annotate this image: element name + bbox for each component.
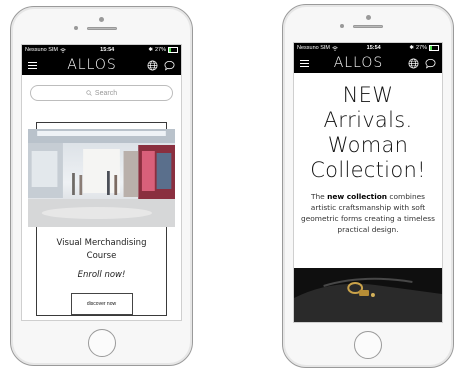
battery-icon [429,45,439,51]
status-bar: Nessuno SIM 15:54 ✱ 27% [22,45,181,55]
collection-description: The new collection combines artistic cra… [294,183,442,235]
chat-icon[interactable] [425,58,436,69]
phone-right: Nessuno SIM 15:54 ✱ 27% ALLOS NEW Arriva… [282,4,454,368]
battery-percent: 27% [154,47,166,53]
hero-line1: NEW [342,83,394,107]
mall-photo [28,129,175,227]
bluetooth-icon: ✱ [409,45,414,51]
screen-right: Nessuno SIM 15:54 ✱ 27% ALLOS NEW Arriva… [293,42,443,323]
phone-top-bezel [11,17,192,39]
search-input[interactable]: Search [30,85,173,101]
hero-line2: Arrivals. [323,108,413,132]
battery-percent: 27% [415,45,427,51]
camera-icon [99,17,104,22]
course-title-line1: Visual Merchandising [56,238,147,248]
hamburger-icon[interactable] [28,61,37,69]
globe-icon[interactable] [147,60,158,71]
brand-logo[interactable]: ALLOS [334,55,384,71]
course-card: Visual Merchandising Course Enroll now! … [28,122,175,316]
phone-left: Nessuno SIM 15:54 ✱ 27% ALLOS Search Vis… [10,6,193,366]
desc-pre: The [310,192,328,201]
hero-line4: Collection! [310,158,426,182]
course-title: Visual Merchandising Course [37,237,166,263]
battery-icon [168,47,178,53]
camera-icon [365,15,371,20]
status-bar: Nessuno SIM 15:54 ✱ 27% [294,43,442,53]
speaker-grille [86,27,117,30]
status-time: 15:54 [100,47,115,53]
speaker-grille [353,25,383,28]
sensor-dot [73,26,78,30]
logo-text: ALLOS [333,55,384,71]
home-button[interactable] [354,331,382,359]
chat-icon[interactable] [164,60,175,71]
bluetooth-icon: ✱ [148,47,153,53]
desc-bold: new collection [327,192,388,201]
hero-heading: NEW Arrivals. Woman Collection! [294,73,442,183]
globe-icon[interactable] [408,58,419,69]
search-icon [86,90,92,96]
nav-bar: ALLOS [22,55,181,75]
status-time: 15:54 [366,45,381,51]
screen-left: Nessuno SIM 15:54 ✱ 27% ALLOS Search Vis… [21,44,182,321]
hero-line3: Woman [327,133,409,157]
discover-now-button[interactable]: discover now [70,293,133,315]
course-title-line2: Course [86,251,117,261]
brand-logo[interactable]: ALLOS [67,57,117,73]
nav-bar: ALLOS [294,53,442,73]
search-placeholder: Search [94,89,118,97]
carrier-label: Nessuno SIM [25,47,59,53]
wifi-icon [60,47,66,53]
sensor-dot [340,24,344,28]
wifi-icon [332,45,338,51]
logo-text: ALLOS [67,57,117,73]
home-button[interactable] [87,329,116,357]
carrier-label: Nessuno SIM [297,45,331,51]
bag-photo [294,268,442,322]
hamburger-icon[interactable] [300,59,309,67]
phone-top-bezel [283,15,453,37]
enroll-text: Enroll now! [77,270,126,280]
